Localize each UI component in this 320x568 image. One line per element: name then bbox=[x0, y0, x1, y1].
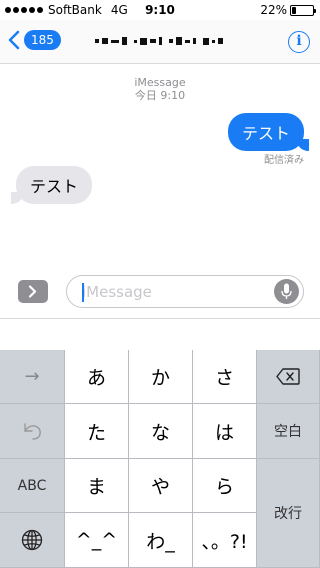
key-ha-label: は bbox=[214, 421, 234, 444]
key-arrow[interactable]: → bbox=[0, 350, 65, 404]
key-ka-label: か bbox=[150, 367, 170, 389]
battery-group: 22% bbox=[260, 3, 316, 17]
conversation-header: iMessage 今日 9:10 bbox=[0, 76, 320, 102]
key-arrow-label: → bbox=[24, 366, 40, 387]
key-ya[interactable]: や bbox=[129, 459, 193, 513]
key-ra-label: ら bbox=[214, 476, 234, 498]
globe-icon bbox=[21, 529, 43, 551]
info-button[interactable]: i bbox=[288, 31, 310, 53]
nav-bar: 185 i bbox=[0, 20, 320, 64]
key-ma[interactable]: ま bbox=[65, 459, 129, 513]
key-ka[interactable]: か bbox=[129, 350, 193, 404]
message-input-container[interactable] bbox=[66, 275, 304, 308]
message-timestamp: 今日 9:10 bbox=[134, 89, 186, 102]
outgoing-message-bubble[interactable]: テスト bbox=[227, 113, 310, 151]
unread-count-badge: 185 bbox=[24, 30, 61, 50]
incoming-message-bubble[interactable]: テスト bbox=[10, 166, 93, 204]
dictation-button[interactable] bbox=[274, 279, 299, 304]
key-return-label: 改行 bbox=[274, 506, 302, 522]
key-emoticon[interactable]: ^_^ bbox=[65, 513, 129, 568]
key-abc-label: ABC bbox=[17, 477, 47, 494]
chevron-left-icon bbox=[8, 30, 20, 50]
key-delete[interactable] bbox=[257, 350, 320, 404]
key-ya-label: や bbox=[150, 476, 170, 498]
key-ta[interactable]: た bbox=[65, 404, 129, 459]
japanese-kana-keyboard: → あ か さ た な は 空白 ABC ま や ら 改行 ^_^ わ_ 、。?… bbox=[0, 350, 320, 568]
key-emoticon-label: ^_^ bbox=[75, 529, 118, 551]
key-punctuation[interactable]: 、。?! bbox=[193, 513, 257, 568]
composer-bar bbox=[0, 275, 320, 311]
text-cursor bbox=[82, 283, 84, 302]
keyboard-divider bbox=[0, 318, 320, 319]
key-globe[interactable] bbox=[0, 513, 65, 568]
app-drawer-button[interactable] bbox=[18, 280, 48, 303]
undo-icon bbox=[24, 423, 41, 440]
key-na[interactable]: な bbox=[129, 404, 193, 459]
battery-icon bbox=[290, 4, 316, 16]
key-punctuation-label: 、。?! bbox=[201, 530, 248, 553]
key-return[interactable]: 改行 bbox=[257, 459, 320, 568]
key-wa[interactable]: わ_ bbox=[129, 513, 193, 568]
message-input[interactable] bbox=[82, 282, 262, 302]
delivery-status: 配信済み bbox=[264, 155, 304, 166]
key-sa-label: さ bbox=[214, 367, 234, 389]
key-a[interactable]: あ bbox=[65, 350, 129, 404]
delete-icon bbox=[276, 368, 300, 385]
battery-level-fill bbox=[292, 6, 297, 14]
key-ta-label: た bbox=[86, 421, 106, 444]
key-ra[interactable]: ら bbox=[193, 459, 257, 513]
service-label: iMessage bbox=[134, 76, 186, 89]
key-ma-label: ま bbox=[86, 476, 106, 498]
battery-percent: 22% bbox=[260, 3, 287, 17]
status-bar: SoftBank 4G 9:10 22% bbox=[0, 0, 320, 20]
key-space[interactable]: 空白 bbox=[257, 404, 320, 459]
contact-name-redacted bbox=[95, 37, 223, 45]
microphone-icon bbox=[281, 283, 292, 299]
key-wa-label: わ_ bbox=[146, 530, 175, 553]
key-na-label: な bbox=[150, 421, 170, 444]
chevron-right-icon bbox=[28, 285, 37, 298]
key-abc[interactable]: ABC bbox=[0, 459, 65, 513]
key-a-label: あ bbox=[86, 367, 106, 389]
key-space-label: 空白 bbox=[274, 424, 302, 440]
key-sa[interactable]: さ bbox=[193, 350, 257, 404]
back-button[interactable]: 185 bbox=[8, 30, 61, 50]
key-undo[interactable] bbox=[0, 404, 65, 459]
key-ha[interactable]: は bbox=[193, 404, 257, 459]
